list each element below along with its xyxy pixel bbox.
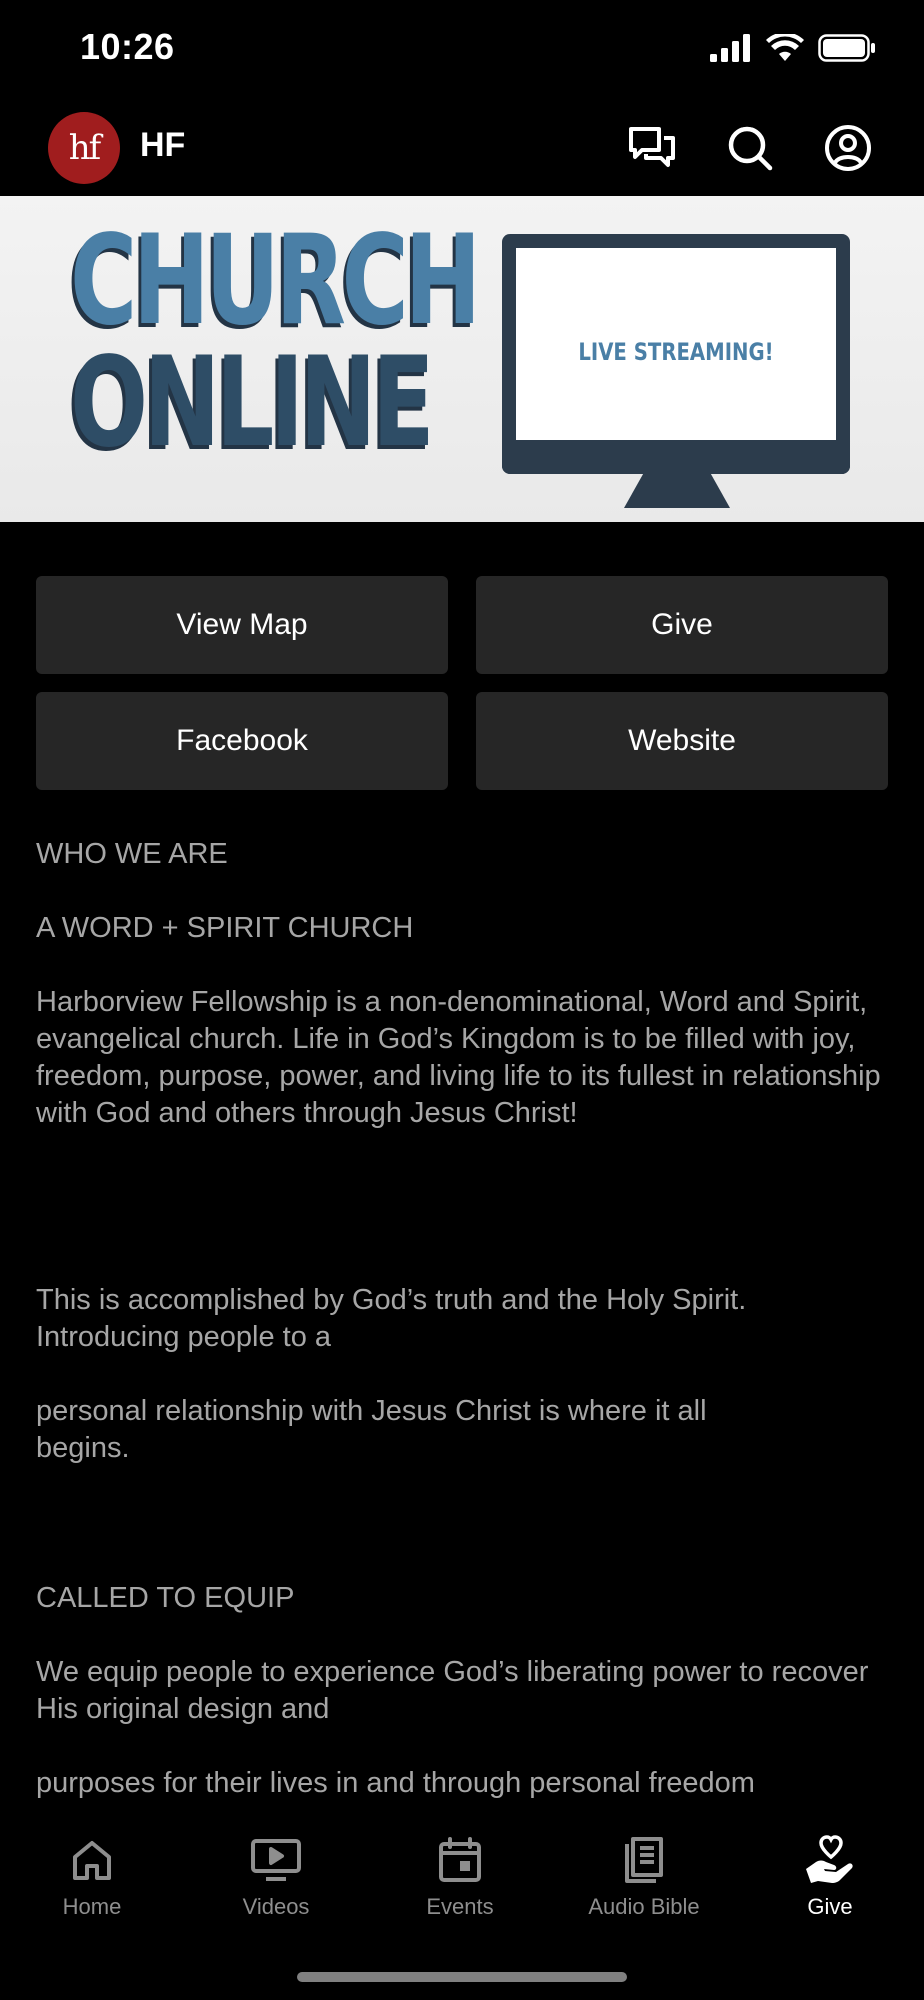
facebook-button[interactable]: Facebook — [36, 692, 448, 790]
account-icon[interactable] — [820, 120, 876, 176]
status-icons — [710, 32, 876, 67]
cellular-signal-icon — [710, 34, 752, 67]
status-time: 10:26 — [80, 26, 175, 67]
tab-label: Give — [807, 1894, 853, 1919]
banner-line-2: ONLINE — [70, 331, 435, 475]
paragraph: personal relationship with Jesus Christ … — [36, 1395, 707, 1464]
tab-label: Videos — [242, 1894, 310, 1919]
tab-label: Home — [62, 1894, 122, 1919]
paragraph: purposes for their lives in and through … — [36, 1767, 755, 1799]
banner-title: CHURCH ONLINE — [70, 209, 481, 475]
video-icon — [248, 1832, 304, 1888]
section-heading: CALLED TO EQUIP — [36, 1582, 295, 1614]
logo-text: hf — [68, 128, 102, 168]
home-indicator[interactable] — [297, 1972, 627, 1982]
app-title: HF — [140, 126, 186, 164]
tab-videos[interactable]: Videos — [184, 1832, 368, 1942]
paragraph: Harborview Fellowship is a non-denominat… — [36, 986, 881, 1129]
website-button[interactable]: Website — [476, 692, 888, 790]
monitor-screen: LIVE STREAMING! — [502, 234, 850, 474]
status-bar: 10:26 — [0, 0, 924, 100]
search-icon[interactable] — [722, 120, 778, 176]
tab-give[interactable]: Give — [738, 1832, 922, 1942]
tab-label: Audio Bible — [588, 1894, 700, 1919]
calendar-icon — [432, 1832, 488, 1888]
monitor-stand — [624, 474, 730, 508]
paragraph: We equip people to experience God’s libe… — [36, 1656, 869, 1725]
view-map-button[interactable]: View Map — [36, 576, 448, 674]
monitor-label: LIVE STREAMING! — [578, 338, 774, 366]
tab-label: Events — [426, 1894, 494, 1919]
paragraph: This is accomplished by God’s truth and … — [36, 1284, 747, 1353]
tab-home[interactable]: Home — [0, 1832, 184, 1942]
church-online-banner[interactable]: CHURCH ONLINE LIVE STREAMING! — [0, 196, 924, 522]
book-icon — [616, 1832, 672, 1888]
section-heading: WHO WE ARE — [36, 838, 228, 870]
church-logo[interactable]: hf — [48, 112, 120, 184]
app-header: hf HF — [0, 100, 924, 196]
tab-events[interactable]: Events — [368, 1832, 552, 1942]
monitor-chin — [502, 440, 850, 474]
wifi-icon — [766, 32, 804, 67]
give-heart-hand-icon — [802, 1832, 858, 1888]
banner-line-1: CHURCH — [70, 209, 481, 353]
battery-icon — [818, 34, 876, 67]
tab-audio-bible[interactable]: Audio Bible — [552, 1832, 736, 1942]
home-icon — [64, 1832, 120, 1888]
give-button[interactable]: Give — [476, 576, 888, 674]
header-actions — [624, 120, 876, 176]
section-subheading: A WORD + SPIRIT CHURCH — [36, 912, 414, 944]
messages-icon[interactable] — [624, 120, 680, 176]
